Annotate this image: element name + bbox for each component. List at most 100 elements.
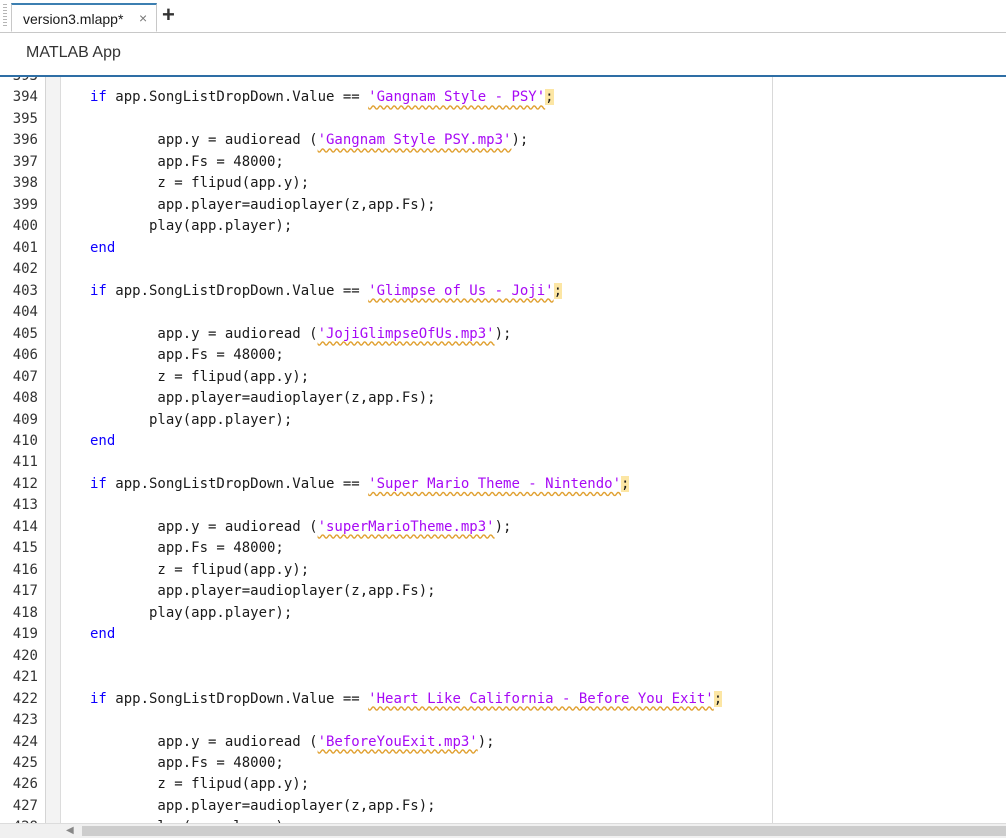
code-line[interactable]: 423: [0, 710, 1006, 731]
add-tab-icon[interactable]: +: [162, 2, 175, 28]
line-code[interactable]: app.Fs = 48000;: [90, 753, 284, 774]
keyword-token: if: [90, 475, 107, 492]
code-line[interactable]: 422 if app.SongListDropDown.Value == 'Hea…: [0, 689, 1006, 710]
line-code[interactable]: play(app.player);: [90, 603, 292, 624]
line-code[interactable]: app.player=audioplayer(z,app.Fs);: [90, 388, 435, 409]
code-token: app.Fs = 48000;: [90, 755, 284, 771]
code-editor[interactable]: 393 394 if app.SongListDropDown.Value == '…: [0, 77, 1006, 823]
code-line[interactable]: 402: [0, 259, 1006, 280]
code-token: z = flipud(app.y);: [90, 561, 310, 578]
line-code[interactable]: app.Fs = 48000;: [90, 538, 283, 559]
code-line[interactable]: 407 z = flipud(app.y);: [0, 367, 1006, 388]
code-token: z = flipud(app.y);: [90, 776, 310, 793]
code-line[interactable]: 417 app.player=audioplayer(z,app.Fs);: [0, 581, 1006, 602]
code-line[interactable]: 395: [0, 109, 1006, 130]
line-code[interactable]: app.Fs = 48000;: [90, 345, 283, 366]
line-code[interactable]: if app.SongListDropDown.Value == 'Gangna…: [90, 87, 554, 108]
line-code[interactable]: app.player=audioplayer(z,app.Fs);: [90, 581, 435, 602]
code-line[interactable]: 425 app.Fs = 48000;: [0, 753, 1006, 774]
line-number: 408: [12, 390, 38, 407]
code-line[interactable]: 400 play(app.player);: [0, 216, 1006, 237]
line-number: 422: [12, 690, 38, 707]
line-code[interactable]: z = flipud(app.y);: [90, 367, 309, 388]
scrollbar-thumb[interactable]: [82, 826, 1006, 836]
editor-tab-bar: version3.mlapp* × +: [0, 0, 1006, 33]
semicolon-token: ;: [545, 89, 554, 106]
code-line[interactable]: 399 app.player=audioplayer(z,app.Fs);: [0, 195, 1006, 216]
line-code[interactable]: play(app.player);: [90, 216, 292, 237]
keyword-token: end: [90, 432, 116, 449]
code-line[interactable]: 405 app.y = audioread ('JojiGlimpseOfUs.…: [0, 324, 1006, 345]
string-token: 'BeforeYouExit.mp3': [317, 733, 478, 750]
string-token: 'Gangnam Style - PSY': [368, 89, 546, 106]
code-line[interactable]: 411: [0, 452, 1006, 473]
tab-bar-grip-icon[interactable]: [3, 4, 7, 26]
code-line[interactable]: 418 play(app.player);: [0, 603, 1006, 624]
code-line[interactable]: 403 if app.SongListDropDown.Value == 'Gli…: [0, 281, 1006, 302]
code-token: z = flipud(app.y);: [90, 368, 310, 385]
code-token: play(app.player);: [90, 218, 293, 235]
line-code[interactable]: end: [90, 431, 115, 452]
line-number: 426: [12, 776, 38, 793]
code-line[interactable]: 401 end: [0, 238, 1006, 259]
line-code[interactable]: app.y = audioread ('JojiGlimpseOfUs.mp3'…: [90, 324, 511, 345]
line-number: 421: [12, 669, 38, 686]
string-token: 'Glimpse of Us - Joji': [368, 282, 554, 299]
line-number: 406: [12, 347, 38, 364]
line-code[interactable]: app.player=audioplayer(z,app.Fs);: [90, 195, 435, 216]
line-number: 404: [12, 304, 38, 321]
code-token: );: [494, 518, 512, 535]
code-line[interactable]: 393: [0, 77, 1006, 87]
horizontal-scrollbar[interactable]: ◀: [0, 823, 1006, 838]
line-code[interactable]: app.y = audioread ('Gangnam Style PSY.mp…: [90, 130, 528, 151]
code-line[interactable]: 409 play(app.player);: [0, 410, 1006, 431]
line-code[interactable]: app.y = audioread ('BeforeYouExit.mp3');: [90, 732, 494, 753]
line-code[interactable]: if app.SongListDropDown.Value == 'Super …: [90, 474, 630, 495]
line-code[interactable]: app.y = audioread ('superMarioTheme.mp3'…: [90, 517, 511, 538]
code-line[interactable]: 419 end: [0, 624, 1006, 645]
line-code[interactable]: z = flipud(app.y);: [90, 560, 309, 581]
line-code[interactable]: if app.SongListDropDown.Value == 'Heart …: [90, 689, 723, 710]
code-line[interactable]: 412 if app.SongListDropDown.Value == 'Sup…: [0, 474, 1006, 495]
code-line[interactable]: 396 app.y = audioread ('Gangnam Style PS…: [0, 130, 1006, 151]
code-line[interactable]: 421: [0, 667, 1006, 688]
line-number: 412: [12, 475, 38, 492]
code-line[interactable]: 404: [0, 302, 1006, 323]
code-line[interactable]: 413: [0, 495, 1006, 516]
code-line[interactable]: 414 app.y = audioread ('superMarioTheme.…: [0, 517, 1006, 538]
semicolon-token: ;: [553, 282, 563, 299]
code-line[interactable]: 408 app.player=audioplayer(z,app.Fs);: [0, 388, 1006, 409]
code-line[interactable]: 398 z = flipud(app.y);: [0, 173, 1006, 194]
line-number: 425: [12, 755, 38, 771]
line-code[interactable]: play(app.player);: [90, 410, 292, 431]
line-number: 399: [12, 196, 38, 213]
code-line[interactable]: 410 end: [0, 431, 1006, 452]
string-token: 'Gangnam Style PSY.mp3': [317, 132, 512, 149]
code-line[interactable]: 397 app.Fs = 48000;: [0, 152, 1006, 173]
line-code[interactable]: app.player=audioplayer(z,app.Fs);: [90, 796, 435, 817]
code-line[interactable]: 394 if app.SongListDropDown.Value == 'Gan…: [0, 87, 1006, 108]
string-token: 'Heart Like California - Before You Exit…: [368, 690, 714, 707]
code-line[interactable]: 415 app.Fs = 48000;: [0, 538, 1006, 559]
keyword-token: if: [90, 282, 107, 299]
tab-version3-mlapp[interactable]: version3.mlapp* ×: [11, 3, 157, 32]
line-code[interactable]: z = flipud(app.y);: [90, 774, 309, 795]
code-lines[interactable]: 393 394 if app.SongListDropDown.Value == '…: [0, 77, 1006, 823]
line-code[interactable]: end: [90, 238, 115, 259]
app-title: MATLAB App: [26, 44, 121, 61]
line-code[interactable]: end: [90, 624, 115, 645]
code-line[interactable]: 427 app.player=audioplayer(z,app.Fs);: [0, 796, 1006, 817]
close-icon[interactable]: ×: [139, 10, 147, 26]
code-line[interactable]: 406 app.Fs = 48000;: [0, 345, 1006, 366]
tab-label[interactable]: version3.mlapp*: [23, 11, 123, 27]
app-title-bar: MATLAB App: [0, 33, 1006, 77]
line-code[interactable]: app.Fs = 48000;: [90, 152, 283, 173]
code-line[interactable]: 420: [0, 646, 1006, 667]
line-code[interactable]: if app.SongListDropDown.Value == 'Glimps…: [90, 281, 563, 302]
code-line[interactable]: 426 z = flipud(app.y);: [0, 774, 1006, 795]
line-number: 393: [0, 77, 38, 87]
code-line[interactable]: 416 z = flipud(app.y);: [0, 560, 1006, 581]
code-line[interactable]: 424 app.y = audioread ('BeforeYouExit.mp…: [0, 732, 1006, 753]
scroll-left-arrow-icon[interactable]: ◀: [66, 825, 74, 836]
line-code[interactable]: z = flipud(app.y);: [90, 173, 309, 194]
